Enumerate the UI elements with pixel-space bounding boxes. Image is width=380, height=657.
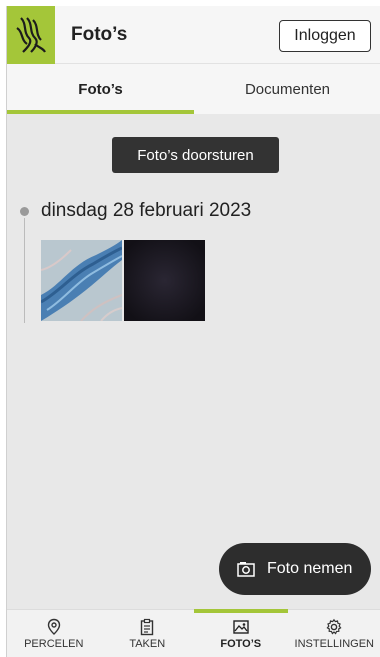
login-button[interactable]: Inloggen <box>279 20 371 52</box>
app-header: Foto’s Inloggen <box>7 6 380 64</box>
tab-documents[interactable]: Documenten <box>194 64 380 114</box>
app-screen: Foto’s Inloggen Foto’s Documenten Foto’s… <box>6 6 380 657</box>
take-photo-button[interactable]: Foto nemen <box>219 543 371 595</box>
timeline-line <box>24 218 25 323</box>
bottom-nav: PERCELEN TAKEN FOTO’S INSTELLINGEN <box>7 609 380 657</box>
photo-thumbnail[interactable] <box>41 240 122 321</box>
nav-item-taken[interactable]: TAKEN <box>101 610 195 657</box>
photo-thumbnail[interactable] <box>124 240 205 321</box>
photo-group-date: dinsdag 28 februari 2023 <box>41 200 252 221</box>
nav-item-percelen[interactable]: PERCELEN <box>7 610 101 657</box>
tab-photos[interactable]: Foto’s <box>7 64 194 114</box>
forward-photos-button[interactable]: Foto’s doorsturen <box>112 137 279 173</box>
nav-label: PERCELEN <box>24 637 84 650</box>
nav-label: FOTO’S <box>220 637 262 650</box>
tab-bar: Foto’s Documenten <box>7 64 380 114</box>
take-photo-label: Foto nemen <box>267 560 353 577</box>
nav-label: TAKEN <box>129 637 166 650</box>
photos-icon <box>233 619 249 634</box>
page-title: Foto’s <box>71 24 128 45</box>
camera-icon <box>237 562 255 577</box>
nav-item-instellingen[interactable]: INSTELLINGEN <box>288 610 380 657</box>
clipboard-icon <box>141 618 154 635</box>
nav-label: INSTELLINGEN <box>294 637 374 650</box>
map-pin-icon <box>47 618 60 635</box>
timeline-dot <box>20 207 29 216</box>
nav-item-fotos[interactable]: FOTO’S <box>194 609 288 657</box>
photo-thumbnails <box>41 240 205 321</box>
gear-icon <box>326 618 342 634</box>
flemish-lion-logo <box>7 6 55 64</box>
